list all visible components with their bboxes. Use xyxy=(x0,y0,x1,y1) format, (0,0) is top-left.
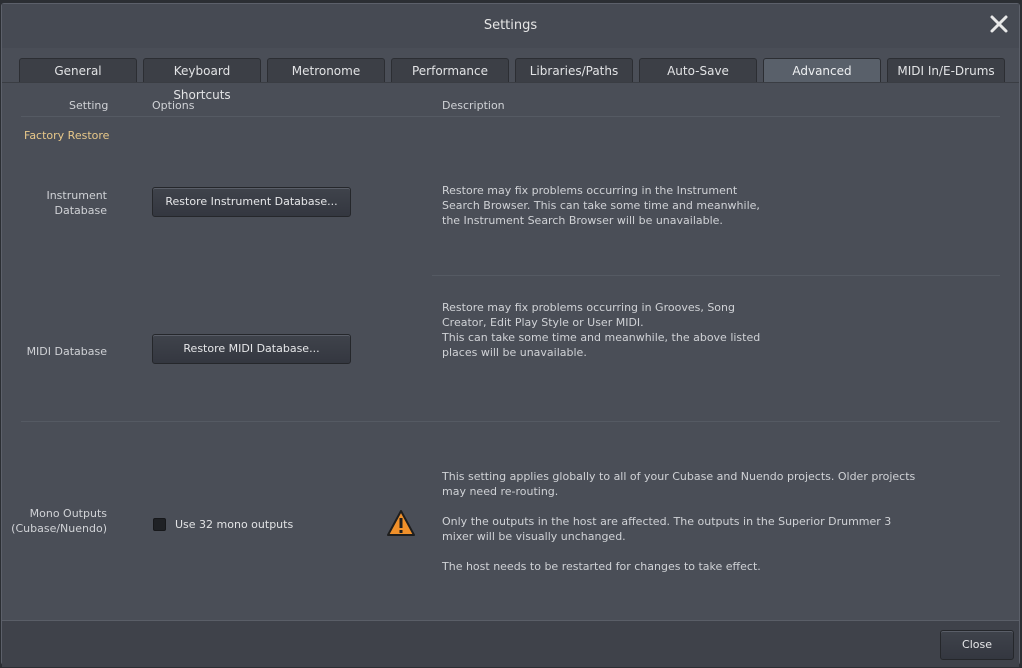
tab-keyboard-shortcuts[interactable]: Keyboard Shortcuts xyxy=(143,58,261,102)
mono-outputs-label: Mono Outputs (Cubase/Nuendo) xyxy=(2,506,107,536)
tab-libraries-paths[interactable]: Libraries/Paths xyxy=(515,58,633,82)
instrument-database-label: Instrument Database xyxy=(7,188,107,218)
description-line: mixer will be visually unchanged. xyxy=(442,530,626,543)
tab-midi-in-e-drums[interactable]: MIDI In/E-Drums xyxy=(887,58,1005,82)
header-divider xyxy=(21,116,1000,117)
description-line: This setting applies globally to all of … xyxy=(442,470,916,483)
mono-outputs-description: This setting applies globally to all of … xyxy=(442,469,915,574)
section-title-factory-restore: Factory Restore xyxy=(24,129,110,142)
close-button[interactable]: Close xyxy=(940,630,1014,660)
description-spacer xyxy=(442,499,915,514)
restore-instrument-database-button[interactable]: Restore Instrument Database... xyxy=(152,187,351,217)
description-line: may need re-routing. xyxy=(442,485,559,498)
midi-database-label: MIDI Database xyxy=(26,345,107,358)
use-32-mono-outputs-checkbox[interactable] xyxy=(153,518,166,531)
warning-triangle-icon xyxy=(387,510,415,536)
settings-window: Settings General Keyboard Shortcuts Metr… xyxy=(1,3,1020,667)
tab-metronome[interactable]: Metronome xyxy=(267,58,385,82)
title-bar: Settings xyxy=(2,4,1019,48)
tab-advanced[interactable]: Advanced xyxy=(763,58,881,82)
midi-database-description: Restore may fix problems occurring in Gr… xyxy=(442,300,760,360)
tab-performance[interactable]: Performance xyxy=(391,58,509,82)
description-line: Creator, Edit Play Style or User MIDI. xyxy=(442,316,644,329)
row-divider xyxy=(432,275,1000,276)
column-header-description: Description xyxy=(442,99,505,112)
description-line: Only the outputs in the host are affecte… xyxy=(442,515,892,528)
use-32-mono-outputs-label[interactable]: Use 32 mono outputs xyxy=(175,518,293,531)
description-line: This can take some time and meanwhile, t… xyxy=(442,331,761,344)
column-header-options: Options xyxy=(152,99,195,112)
close-icon[interactable] xyxy=(989,14,1009,34)
mono-outputs-label-line2: (Cubase/Nuendo) xyxy=(11,522,107,535)
column-header-setting: Setting xyxy=(69,99,109,112)
description-line: the Instrument Search Browser will be un… xyxy=(442,214,723,227)
instrument-database-label-line2: Database xyxy=(54,204,108,217)
restore-midi-database-button[interactable]: Restore MIDI Database... xyxy=(152,334,351,364)
dialog-footer: Close xyxy=(2,620,1019,667)
tab-auto-save[interactable]: Auto-Save xyxy=(639,58,757,82)
description-line: Restore may fix problems occurring in Gr… xyxy=(442,301,735,314)
description-line: The host needs to be restarted for chang… xyxy=(442,560,761,573)
description-line: Search Browser. This can take some time … xyxy=(442,199,760,212)
description-line: places will be unavailable. xyxy=(442,346,587,359)
row-divider xyxy=(21,421,1000,422)
instrument-database-description: Restore may fix problems occurring in th… xyxy=(442,183,760,228)
instrument-database-label-line1: Instrument xyxy=(46,189,107,202)
window-title: Settings xyxy=(483,18,538,33)
mono-outputs-label-line1: Mono Outputs xyxy=(29,507,107,520)
tab-divider xyxy=(2,82,1019,83)
description-spacer xyxy=(442,544,915,559)
description-line: Restore may fix problems occurring in th… xyxy=(442,184,738,197)
tab-general[interactable]: General xyxy=(19,58,137,82)
